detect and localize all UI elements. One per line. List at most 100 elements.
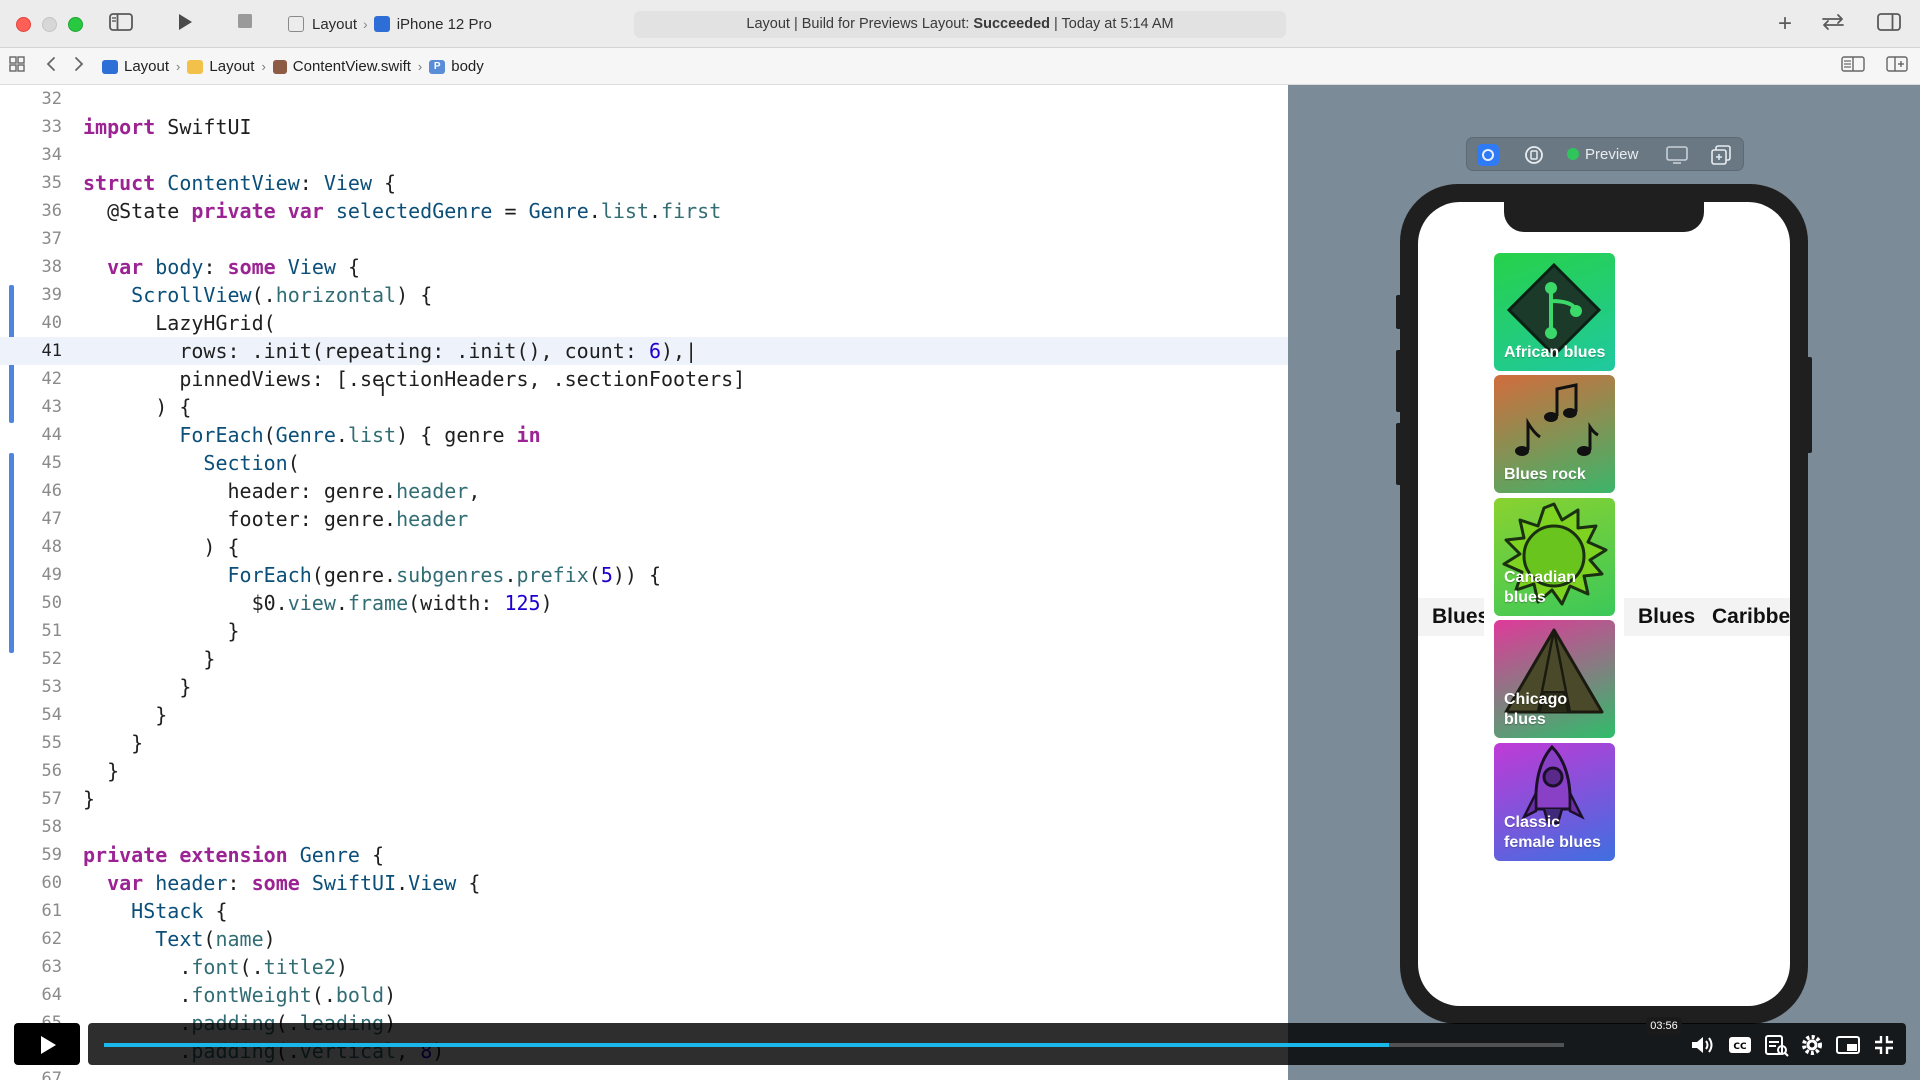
code-line: 47 footer: genre.header: [0, 505, 1288, 533]
add-editor-icon[interactable]: [1884, 55, 1910, 79]
navigator-toggle-icon[interactable]: [108, 12, 134, 36]
preview-toolbar: Preview: [1466, 137, 1744, 171]
code-text: ) {: [83, 395, 192, 419]
line-number: 55: [41, 733, 62, 753]
breadcrumb-file[interactable]: ContentView.swift ›: [272, 58, 429, 75]
code-text: private extension Genre {: [83, 843, 385, 867]
source-editor[interactable]: 32 33 import SwiftUI 34 35 struct ContentV…: [0, 85, 1288, 1080]
code-line: 53 }: [0, 673, 1288, 701]
line-number: 46: [41, 481, 62, 501]
breadcrumb-symbol[interactable]: P body: [429, 58, 484, 75]
scheme-device-label: iPhone 12 Pro: [396, 15, 492, 33]
line-number: 45: [41, 453, 62, 473]
genre-tile[interactable]: Blues rock: [1494, 375, 1615, 493]
preview-label: Preview: [1585, 146, 1639, 163]
code-line: 51 }: [0, 617, 1288, 645]
closed-captions-icon[interactable]: CC: [1726, 1033, 1754, 1057]
activity-status: Succeeded: [973, 16, 1050, 32]
code-line: 45 Section(: [0, 449, 1288, 477]
device-screen[interactable]: Blues Blues Caribbe African blues Blues …: [1418, 202, 1790, 1006]
code-text: $0.view.frame(width: 125): [83, 591, 553, 615]
genre-tile[interactable]: Chicago blues: [1494, 620, 1615, 738]
progress-bar[interactable]: 03:56 CC: [88, 1017, 1906, 1065]
code-line: 35 struct ContentView: View {: [0, 169, 1288, 197]
code-line: 36 @State private var selectedGenre = Ge…: [0, 197, 1288, 225]
breadcrumb-label: Layout: [209, 58, 255, 75]
code-text: Text(name): [155, 927, 276, 951]
svg-text:CC: CC: [1733, 1042, 1747, 1052]
close-window-button[interactable]: [16, 17, 31, 32]
line-number: 40: [41, 313, 62, 333]
line-number: 44: [41, 425, 62, 445]
chevron-right-icon: ›: [417, 59, 423, 74]
live-preview-icon[interactable]: [1477, 144, 1499, 166]
breadcrumb-folder[interactable]: Layout ›: [187, 58, 272, 75]
breadcrumb-label: body: [451, 58, 484, 75]
back-icon[interactable]: [40, 55, 62, 79]
line-number: 33: [41, 117, 62, 137]
line-number: 52: [41, 649, 62, 669]
zoom-window-button[interactable]: [68, 17, 83, 32]
code-line: 50 $0.view.frame(width: 125): [0, 589, 1288, 617]
transcript-icon[interactable]: [1762, 1033, 1790, 1057]
code-line: 34: [0, 141, 1288, 169]
preview-canvas[interactable]: Preview Blues Blues Caribbe African blue…: [1288, 85, 1920, 1080]
settings-gear-icon[interactable]: [1798, 1033, 1826, 1057]
code-text: footer: genre.header: [83, 507, 469, 531]
code-line: 37: [0, 225, 1288, 253]
device-settings-icon[interactable]: [1665, 144, 1691, 166]
status-dot-icon: [1567, 148, 1579, 160]
volume-icon[interactable]: [1688, 1033, 1716, 1057]
app-target-icon: [288, 16, 304, 32]
related-items-icon[interactable]: [6, 55, 28, 79]
line-number: 61: [41, 901, 62, 921]
duplicate-preview-icon[interactable]: [1709, 144, 1735, 166]
picture-in-picture-icon[interactable]: [1834, 1033, 1862, 1057]
code-line: 39 ScrollView(.horizontal) {: [0, 281, 1288, 309]
genre-tile[interactable]: Canadian blues: [1494, 498, 1615, 616]
line-number: 43: [41, 397, 62, 417]
jump-bar: Layout › Layout › ContentView.swift › P …: [0, 48, 1920, 85]
editor-options-icon[interactable]: [1840, 55, 1866, 79]
breadcrumb-project[interactable]: Layout ›: [102, 58, 187, 75]
code-text: pinnedViews: [.sectionHeaders, .sectionF…: [83, 367, 746, 391]
code-text: }: [83, 619, 240, 643]
code-line: 56 }: [0, 757, 1288, 785]
tile-label: Canadian blues: [1504, 569, 1577, 606]
swift-file-icon: [272, 59, 287, 74]
line-number: 53: [41, 677, 62, 697]
inspector-toggle-icon[interactable]: [1876, 12, 1902, 36]
preview-mode-button[interactable]: Preview: [1567, 144, 1657, 166]
scheme-selector[interactable]: Layout › iPhone 12 Pro: [288, 13, 492, 35]
property-icon: P: [429, 59, 446, 74]
code-text: var body: some View {: [107, 255, 361, 279]
code-line: 61 HStack {: [0, 897, 1288, 925]
code-line: 48 ) {: [0, 533, 1288, 561]
play-button[interactable]: [14, 1023, 80, 1065]
code-line: 32: [0, 85, 1288, 113]
exit-fullscreen-icon[interactable]: [1870, 1033, 1898, 1057]
line-number: 38: [41, 257, 62, 277]
code-text: }: [83, 731, 144, 755]
line-number: 42: [41, 369, 62, 389]
genre-tile[interactable]: Classic female blues: [1494, 743, 1615, 861]
inspect-icon[interactable]: [1523, 144, 1545, 166]
run-icon[interactable]: [172, 12, 198, 36]
code-text: struct ContentView: View {: [83, 171, 397, 195]
minimize-window-button[interactable]: [42, 17, 57, 32]
code-text: import SwiftUI: [83, 115, 252, 139]
code-text: rows: .init(repeating: .init(), count: 6…: [83, 339, 698, 363]
progress-track[interactable]: [104, 1043, 1564, 1047]
code-line: 54 }: [0, 701, 1288, 729]
code-text: }: [83, 703, 168, 727]
forward-icon[interactable]: [68, 55, 90, 79]
code-line: 44 ForEach(Genre.list) { genre in: [0, 421, 1288, 449]
code-line: 55 }: [0, 729, 1288, 757]
add-library-icon[interactable]: +: [1772, 12, 1798, 36]
line-number: 51: [41, 621, 62, 641]
code-review-icon[interactable]: [1818, 12, 1848, 36]
genre-tile[interactable]: African blues: [1494, 253, 1615, 371]
stop-icon[interactable]: [232, 12, 258, 36]
code-text: }: [83, 675, 192, 699]
chevron-right-icon: ›: [363, 16, 368, 32]
